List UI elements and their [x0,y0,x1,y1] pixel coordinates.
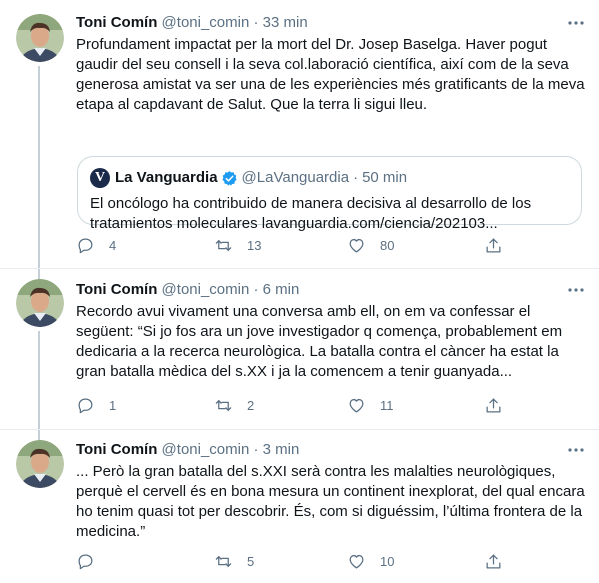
tweet-actions: 4 13 80 [76,236,516,256]
tweet-actions: 5 10 [76,552,516,572]
reply-count: 1 [109,398,117,413]
separator: · [253,281,259,298]
share-icon [486,398,501,413]
like-icon [349,554,364,569]
more-icon[interactable] [565,281,587,301]
like-icon [349,398,364,413]
quoted-avatar: V [90,168,110,188]
separator: · [253,14,259,31]
author-handle[interactable]: @toni_comin [162,441,250,458]
quoted-author-name: La Vanguardia [115,169,218,186]
retweet-count: 2 [247,398,255,413]
share-button[interactable] [484,236,503,255]
share-button[interactable] [484,552,503,571]
author-name[interactable]: Toni Comín [76,281,157,298]
thread-line [38,331,40,429]
quoted-tweet-text: El oncólogo ha contribuido de manera dec… [90,195,532,232]
quoted-author-handle: @LaVanguardia [241,169,350,186]
reply-button[interactable]: 1 [76,396,116,415]
author-handle[interactable]: @toni_comin [162,14,250,31]
share-icon [486,238,501,253]
tweet-header: Toni Comín @toni_comin · 3 min [76,440,299,460]
thread-line [38,430,40,440]
avatar[interactable] [16,440,64,488]
quoted-tweet-header: V La Vanguardia @LaVanguardia · 50 min [90,168,407,188]
separator: · [353,169,359,186]
tweet-1[interactable]: Toni Comín @toni_comin · 33 min Profunda… [0,0,599,268]
more-icon[interactable] [565,14,587,34]
like-button[interactable]: 11 [347,396,394,415]
reply-button[interactable] [76,552,109,571]
tweet-3[interactable]: Toni Comín @toni_comin · 3 min ... Però … [0,430,599,583]
timestamp[interactable]: 6 min [263,281,300,298]
thread-line [38,66,40,268]
retweet-button[interactable]: 5 [214,552,254,571]
separator: · [253,441,259,458]
timestamp[interactable]: 3 min [263,441,300,458]
retweet-button[interactable]: 2 [214,396,254,415]
retweet-count: 13 [247,238,262,253]
share-button[interactable] [484,396,503,415]
tweet-2[interactable]: Toni Comín @toni_comin · 6 min Recordo a… [0,269,599,429]
share-icon [486,554,501,569]
author-name[interactable]: Toni Comín [76,14,157,31]
tweet-actions: 1 2 11 [76,396,516,416]
tweet-header: Toni Comín @toni_comin · 33 min [76,13,308,33]
reply-icon [78,238,93,254]
retweet-icon [215,400,232,411]
author-name[interactable]: Toni Comín [76,441,157,458]
like-button[interactable]: 80 [347,236,394,255]
like-count: 10 [380,554,395,569]
quoted-tweet[interactable]: V La Vanguardia @LaVanguardia · 50 min E… [77,156,582,232]
like-icon [349,238,364,253]
tweet-header: Toni Comín @toni_comin · 6 min [76,280,299,300]
quoted-timestamp: 50 min [362,169,408,186]
like-count: 80 [380,238,395,253]
retweet-button[interactable]: 13 [214,236,261,255]
like-count: 11 [380,398,394,413]
avatar[interactable] [16,14,64,62]
tweet-text: Profundament impactat per la mort del Dr… [76,36,585,113]
retweet-count: 5 [247,554,255,569]
like-button[interactable]: 10 [347,552,394,571]
retweet-icon [215,556,232,567]
thread-line [38,269,40,279]
reply-count: 4 [109,238,117,253]
reply-icon [78,554,93,570]
more-icon[interactable] [565,441,587,461]
reply-icon [78,398,93,414]
avatar[interactable] [16,279,64,327]
tweet-text: ... Però la gran batalla del s.XXI serà … [76,463,585,540]
tweet-text: Recordo avui vivament una conversa amb e… [76,303,563,380]
timestamp[interactable]: 33 min [263,14,308,31]
author-handle[interactable]: @toni_comin [162,281,250,298]
retweet-icon [215,240,232,251]
verified-badge-icon [221,170,237,186]
reply-button[interactable]: 4 [76,236,116,255]
